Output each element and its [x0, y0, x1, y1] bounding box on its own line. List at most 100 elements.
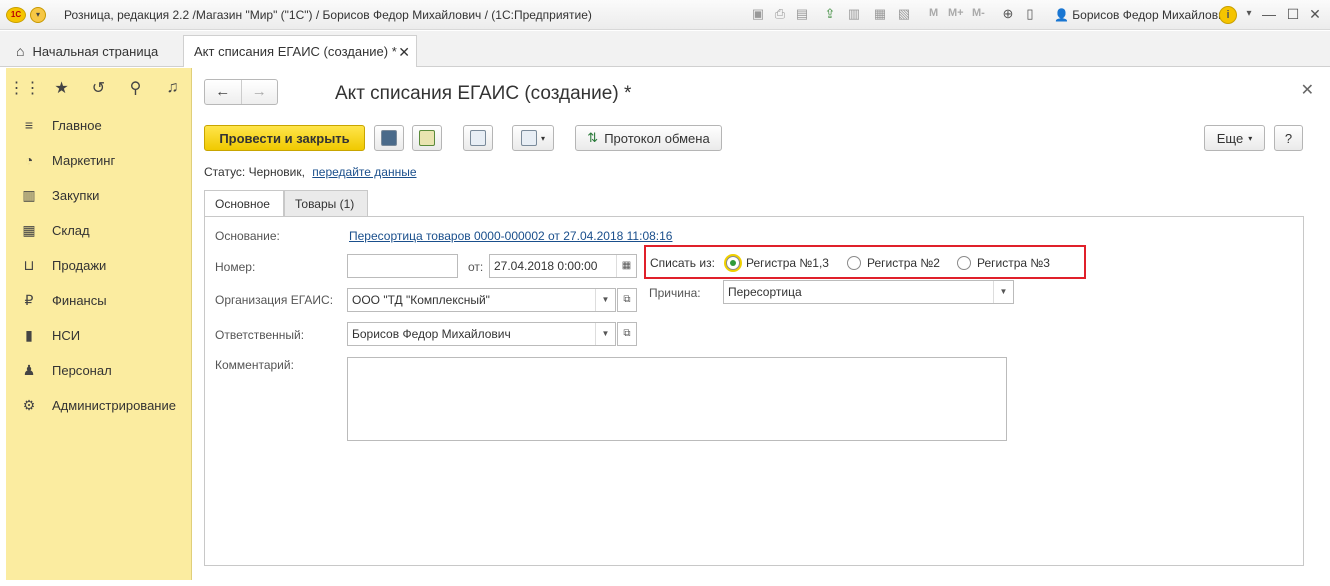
minimize-button[interactable]: — [1260, 5, 1278, 23]
comment-field[interactable] [347, 357, 1007, 441]
sidebar-item-label: Склад [52, 222, 90, 238]
date-field[interactable]: 27.04.2018 0:00:00 ▦ [489, 254, 637, 278]
responsible-field[interactable]: Борисов Федор Михайлович ▼ [347, 322, 616, 346]
sidebar-item-marketing[interactable]: ◔ Маркетинг [6, 145, 192, 175]
main-menu-dropdown-icon[interactable]: ▾ [30, 7, 46, 23]
document-arrow-icon [470, 130, 486, 146]
chevron-down-icon[interactable]: ▼ [993, 281, 1013, 303]
sections-sidebar: ⋮⋮ ★ ↺ ⚲ ♫ ≡ Главное ◔ Маркетинг ▥ Закупки … [6, 68, 192, 580]
radio-register-1-3-label[interactable]: Регистра №1,3 [746, 256, 829, 270]
date-label: от: [468, 260, 484, 274]
reason-field[interactable]: Пересортица ▼ [723, 280, 1014, 304]
close-form-icon[interactable]: ✕ [1301, 80, 1314, 100]
status-value: Черновик, [248, 165, 305, 179]
star-icon[interactable]: ★ [43, 78, 80, 98]
reports-button[interactable]: ▾ [512, 125, 554, 151]
person-icon: ♟ [22, 361, 36, 378]
open-responsible-icon[interactable]: ⧉ [617, 322, 637, 346]
open-org-icon[interactable]: ⧉ [617, 288, 637, 312]
save-icon[interactable]: ▣ [750, 6, 766, 22]
tab-main[interactable]: Основное [204, 190, 284, 217]
org-label: Организация ЕГАИС: [215, 293, 334, 307]
sidebar-item-purchases[interactable]: ▥ Закупки [6, 180, 192, 210]
memory-m-button[interactable]: M [929, 7, 938, 19]
save-button[interactable] [374, 125, 404, 151]
zoom-icon[interactable]: ⊕ [1000, 6, 1016, 22]
exchange-log-label: Протокол обмена [604, 130, 710, 146]
close-window-button[interactable]: ✕ [1306, 5, 1324, 23]
window-titlebar: 1С ▾ Розница, редакция 2.2 /Магазин "Мир… [0, 0, 1330, 30]
tab-home-label: Начальная страница [32, 43, 159, 59]
tab-document-label: Акт списания ЕГАИС (создание) * [194, 44, 397, 59]
memory-plus-button[interactable]: M+ [948, 7, 964, 19]
memory-minus-button[interactable]: M- [972, 7, 985, 19]
user-icon: 👤 [1054, 8, 1069, 22]
panels-icon[interactable]: ▯ [1022, 6, 1038, 22]
tab-document[interactable]: Акт списания ЕГАИС (создание) * ✕ [183, 35, 417, 67]
calculator-icon[interactable]: ▦ [872, 6, 888, 22]
number-label: Номер: [215, 260, 256, 274]
print-icon[interactable]: ⎙ [772, 6, 788, 22]
bell-icon[interactable]: ♫ [154, 79, 191, 97]
sidebar-item-sales[interactable]: ⊔ Продажи [6, 250, 192, 280]
sidebar-item-nsi[interactable]: ▮ НСИ [6, 320, 192, 350]
preview-icon[interactable]: ▤ [794, 6, 810, 22]
search-icon[interactable]: ⚲ [117, 78, 154, 98]
chevron-down-icon[interactable]: ▼ [595, 289, 615, 311]
status-link[interactable]: передайте данные [312, 165, 416, 179]
sidebar-item-admin[interactable]: ⚙ Администрирование [6, 390, 192, 420]
calendar-icon[interactable]: ▦ [616, 255, 636, 277]
close-tab-icon[interactable]: ✕ [398, 44, 410, 61]
history-icon[interactable]: ↺ [80, 78, 117, 98]
sidebar-item-label: Продажи [52, 257, 107, 273]
help-button[interactable]: ? [1274, 125, 1303, 151]
1c-logo-icon[interactable]: 1С [6, 7, 26, 23]
exchange-arrows-icon: ⇅ [587, 130, 599, 145]
number-field[interactable] [347, 254, 458, 278]
current-user[interactable]: 👤 Борисов Федор Михайлович [1054, 8, 1231, 22]
radio-register-2-label[interactable]: Регистра №2 [867, 256, 940, 270]
info-icon[interactable]: i [1219, 6, 1237, 24]
sidebar-item-label: Маркетинг [52, 152, 116, 168]
chevron-down-icon[interactable]: ▼ [595, 323, 615, 345]
window-title: Розница, редакция 2.2 /Магазин "Мир" ("1… [64, 8, 592, 22]
create-based-on-button[interactable] [463, 125, 493, 151]
maximize-button[interactable]: ☐ [1284, 5, 1302, 23]
print-preview-icon[interactable]: ▥ [846, 6, 862, 22]
upload-icon[interactable]: ⇪ [822, 6, 838, 22]
org-field[interactable]: ООО "ТД "Комплексный" ▼ [347, 288, 616, 312]
menu-icon: ≡ [24, 117, 34, 133]
more-button[interactable]: Еще ▾ [1204, 125, 1265, 151]
more-label: Еще [1216, 130, 1244, 146]
org-value: ООО "ТД "Комплексный" [352, 293, 490, 307]
all-functions-icon[interactable]: ⋮⋮ [6, 78, 43, 98]
sidebar-item-personnel[interactable]: ♟ Персонал [6, 355, 192, 385]
tab-home[interactable]: ⌂ Начальная страница [6, 37, 168, 65]
chevron-down-icon[interactable]: ▾ [1240, 5, 1258, 23]
ruble-icon: ₽ [24, 291, 34, 308]
radio-register-1-3[interactable] [726, 256, 740, 270]
radio-register-2[interactable] [847, 256, 861, 270]
tab-goods[interactable]: Товары (1) [284, 190, 368, 216]
back-arrow-icon[interactable]: ← [205, 80, 241, 104]
radio-register-3-label[interactable]: Регистра №3 [977, 256, 1050, 270]
sidebar-item-finance[interactable]: ₽ Финансы [6, 285, 192, 315]
sidebar-item-main[interactable]: ≡ Главное [6, 110, 192, 140]
post-and-close-button[interactable]: Провести и закрыть [204, 125, 365, 151]
post-doc-icon [419, 130, 435, 146]
basis-link[interactable]: Пересортица товаров 0000-000002 от 27.04… [349, 229, 672, 243]
sidebar-toolbar: ⋮⋮ ★ ↺ ⚲ ♫ [6, 68, 191, 108]
sidebar-item-warehouse[interactable]: ▦ Склад [6, 215, 192, 245]
radio-register-3[interactable] [957, 256, 971, 270]
date-value: 27.04.2018 0:00:00 [494, 259, 598, 273]
chevron-down-icon: ▾ [1248, 133, 1253, 143]
calendar-icon[interactable]: ▧ [896, 6, 912, 22]
sidebar-item-label: Администрирование [52, 397, 176, 413]
reason-label: Причина: [649, 286, 701, 300]
exchange-log-button[interactable]: ⇅ Протокол обмена [575, 125, 722, 151]
status-label: Статус: [204, 165, 246, 179]
forward-arrow-icon[interactable]: → [240, 80, 278, 104]
basket-icon: ⊔ [23, 256, 35, 273]
basis-label: Основание: [215, 229, 280, 243]
post-button[interactable] [412, 125, 442, 151]
